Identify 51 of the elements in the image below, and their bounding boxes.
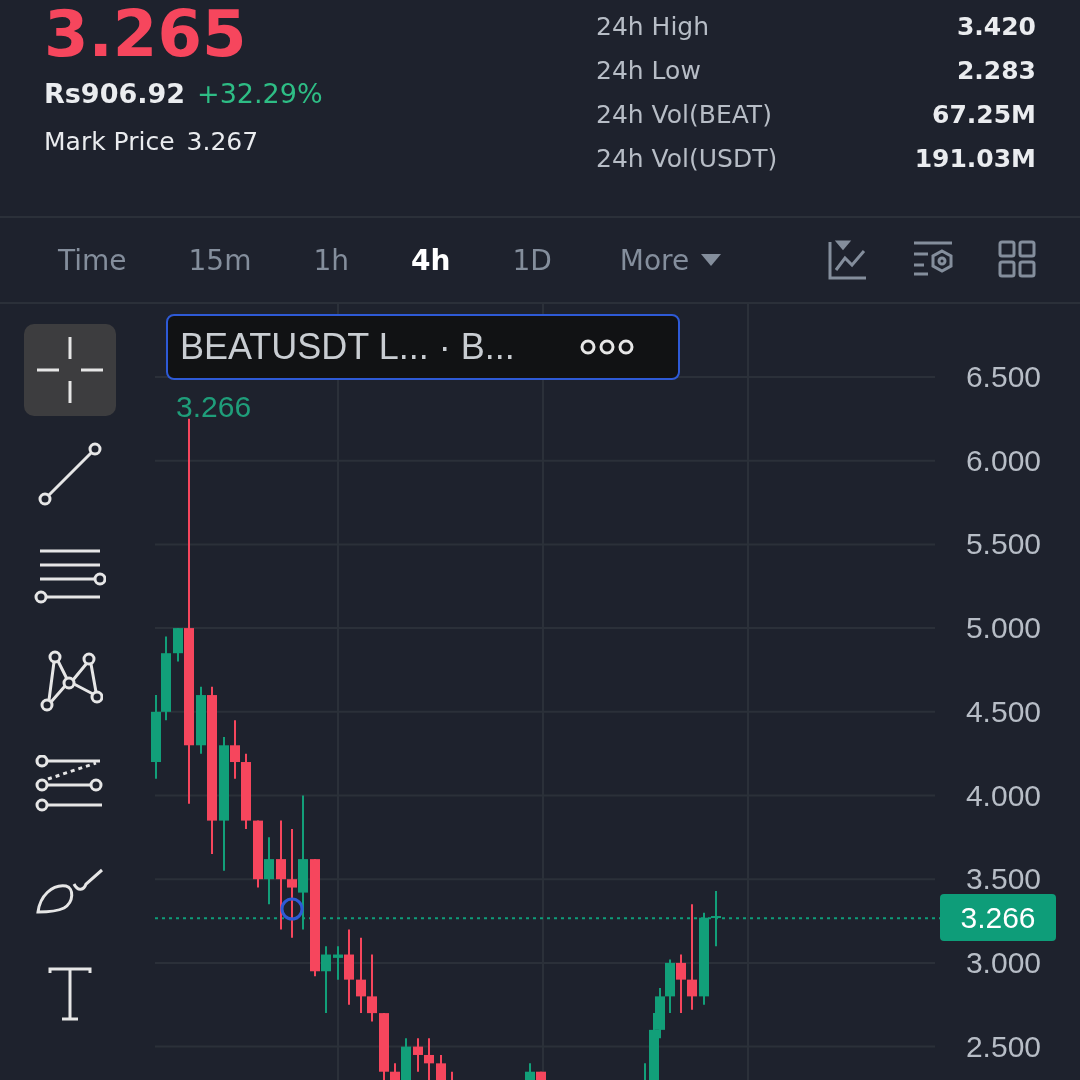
price-axis-label: 5.500 [965,527,1041,562]
crosshair-icon [37,337,103,403]
price-axis-label: 4.000 [965,778,1041,813]
price-axis-label: 3.500 [965,862,1041,897]
stat-label: 24h Low [596,55,702,87]
stat-label: 24h Vol(USDT) [596,143,779,175]
fiat-price: Rs906.92 [44,78,186,109]
more-dropdown[interactable]: More [619,243,722,277]
interval-tab[interactable]: 1h [313,243,349,277]
last-value: 3.266 [176,390,252,424]
interval-tab[interactable]: 15m [188,243,252,277]
mark-price: 3.267 [186,127,259,156]
legend-panel[interactable]: BEATUSDT L... · B... [166,314,680,380]
price-axis-label: 4.500 [965,694,1041,729]
candle [253,819,263,889]
grid-layout-icon[interactable] [998,240,1036,278]
candle [436,1053,446,1080]
text-tool-icon [46,967,94,1021]
marker-circle [280,897,304,921]
price-axis-label: 5.000 [965,611,1041,646]
candle [264,836,274,906]
price-axis-label: 2.500 [965,1029,1041,1064]
indicator-settings-icon[interactable] [912,240,954,276]
price-axis-label: 6.500 [965,360,1041,394]
last-price: 3.265 [44,0,248,72]
stat-label: 24h High [596,11,711,43]
symbol-title: BEATUSDT L... · B... [180,326,515,368]
mark-price-label: Mark Price [44,127,175,156]
stat-value: 191.03M [913,143,1036,175]
drawing-tool-button[interactable] [24,324,116,416]
stat-value: 3.420 [955,11,1036,43]
stat-value: 2.283 [955,55,1036,87]
candle [655,987,665,1040]
price-axis-label: 6.000 [965,443,1041,478]
caret-icon [701,254,722,266]
stat-label: 24h Vol(BEAT) [596,99,773,131]
price-change: +32.29% [197,78,323,109]
interval-tab[interactable]: 4h [411,243,451,277]
interval-tab[interactable]: Time [58,243,127,277]
stat-value: 67.25M [931,99,1036,131]
candle [367,953,377,1023]
more-icon[interactable] [580,339,634,355]
candle [413,1037,423,1073]
candle [665,958,675,1015]
interval-tab[interactable]: 1D [512,243,552,277]
current-price-tag: 3.266 [940,894,1056,941]
line-chart-icon[interactable] [828,240,868,280]
price-axis-label: 3.000 [965,945,1041,980]
candle [711,889,721,948]
trend-line-icon [37,441,103,507]
candle [424,1037,434,1080]
